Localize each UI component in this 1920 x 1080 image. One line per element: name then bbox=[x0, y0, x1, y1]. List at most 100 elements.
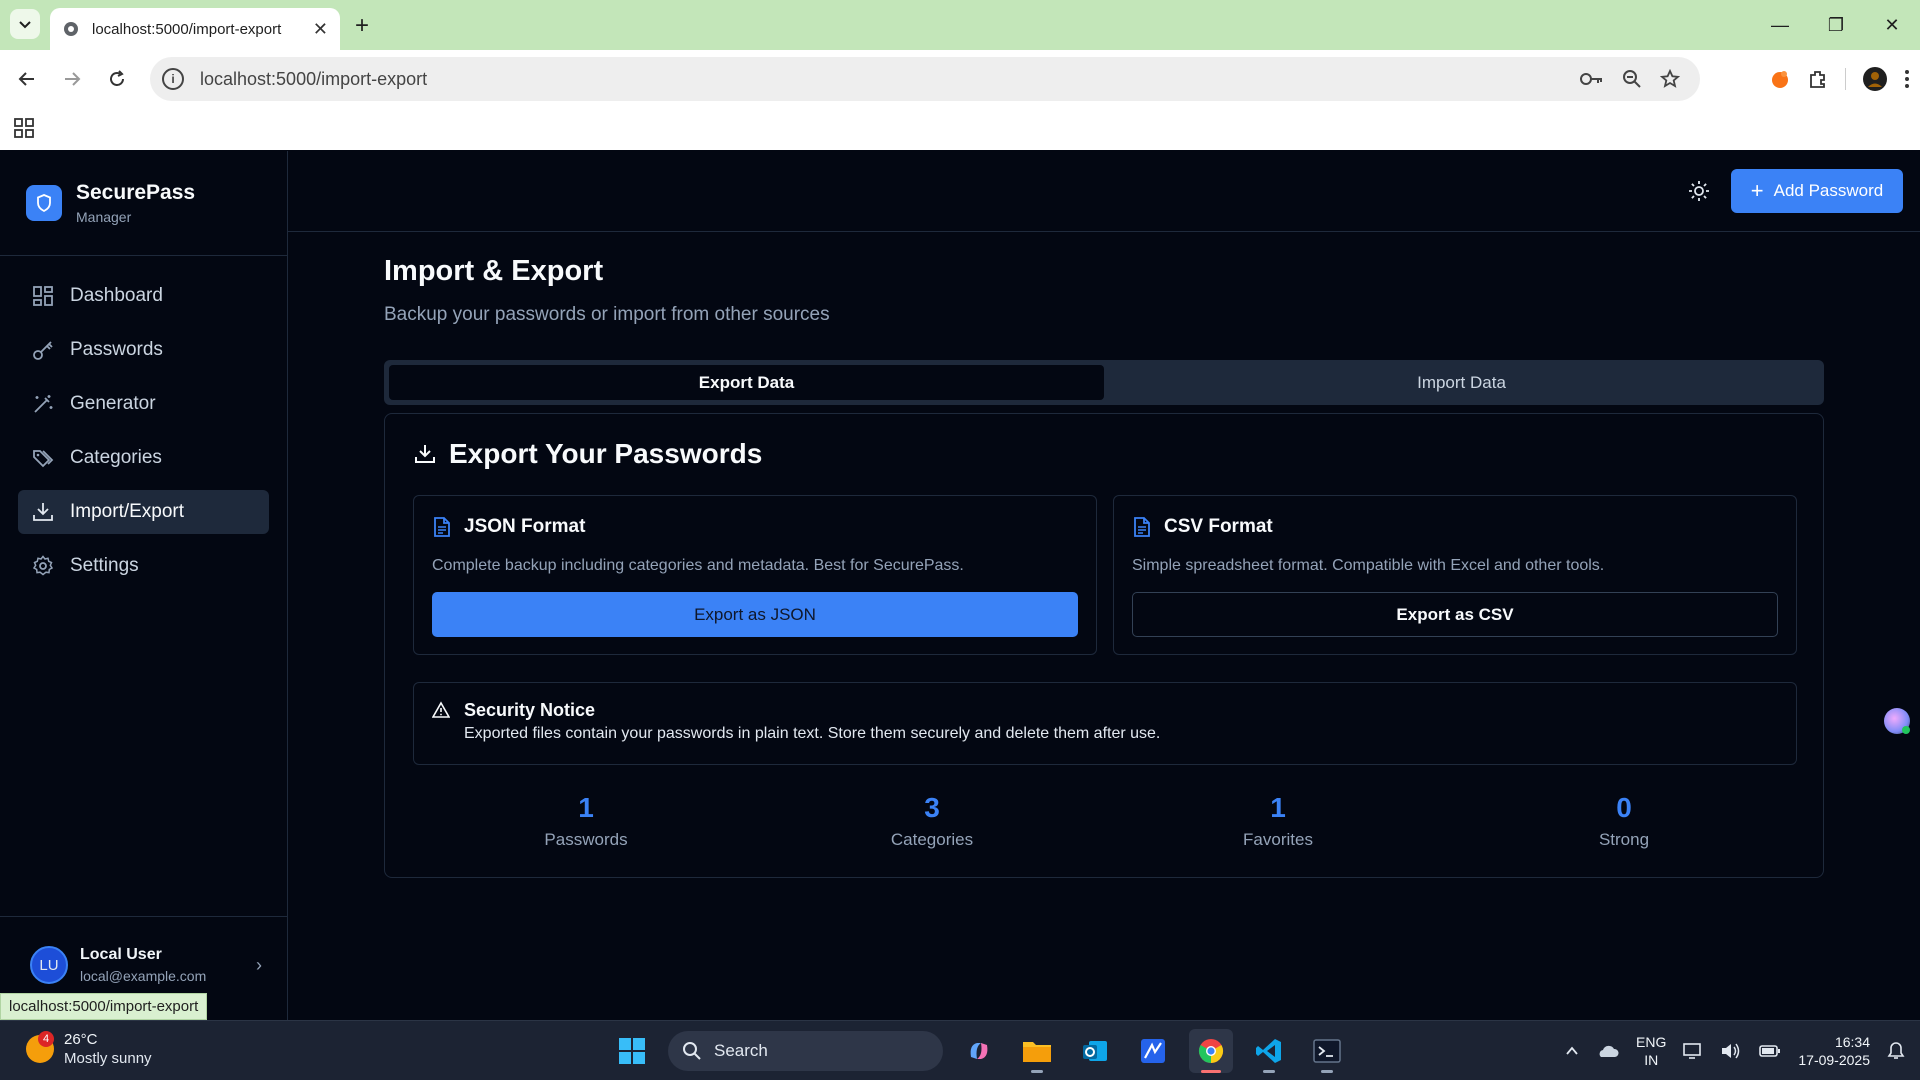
export-csv-button[interactable]: Export as CSV bbox=[1132, 592, 1778, 637]
onedrive-cloud-icon[interactable] bbox=[1596, 1041, 1620, 1061]
shield-logo-icon bbox=[26, 185, 62, 221]
lang-region: IN bbox=[1644, 1052, 1659, 1068]
volume-icon[interactable] bbox=[1720, 1041, 1742, 1061]
taskbar-copilot[interactable] bbox=[957, 1029, 1001, 1073]
sidebar-item-import-export[interactable]: Import/Export bbox=[18, 490, 269, 534]
stat-value: 3 bbox=[924, 792, 940, 823]
stat-value: 1 bbox=[1270, 792, 1286, 823]
browser-toolbar: i localhost:5000/import-export bbox=[0, 50, 1920, 108]
extensions-puzzle-icon[interactable] bbox=[1807, 68, 1829, 90]
file-text-icon bbox=[434, 517, 450, 537]
minimize-button[interactable]: — bbox=[1752, 0, 1808, 50]
sidebar-item-settings[interactable]: Settings bbox=[18, 544, 269, 588]
csv-format-description: Simple spreadsheet format. Compatible wi… bbox=[1132, 557, 1605, 574]
sidebar-item-passwords[interactable]: Passwords bbox=[18, 328, 269, 372]
password-key-icon[interactable] bbox=[1580, 71, 1604, 87]
export-card-header: Export Your Passwords bbox=[413, 438, 762, 470]
chevron-down-icon bbox=[19, 21, 31, 29]
bookmark-star-icon[interactable] bbox=[1660, 69, 1680, 89]
page-subtitle: Backup your passwords or import from oth… bbox=[384, 304, 830, 325]
chevron-right-icon[interactable]: › bbox=[256, 955, 262, 976]
window-controls: — ❐ ✕ bbox=[1752, 0, 1920, 50]
back-button[interactable] bbox=[12, 64, 42, 94]
user-menu[interactable]: LU Local User local@example.com › bbox=[30, 946, 262, 984]
address-url[interactable]: localhost:5000/import-export bbox=[200, 69, 427, 90]
address-bar[interactable]: i localhost:5000/import-export bbox=[150, 57, 1700, 101]
magic-wand-icon bbox=[34, 395, 53, 413]
weather-temperature: 26°C bbox=[64, 1031, 98, 1048]
terminal-icon bbox=[1313, 1039, 1341, 1063]
battery-icon[interactable] bbox=[1758, 1041, 1782, 1061]
tab-export-data[interactable]: Export Data bbox=[389, 365, 1104, 400]
restore-button[interactable]: ❐ bbox=[1808, 0, 1864, 50]
browser-tab-bar: localhost:5000/import-export ✕ + — ❐ ✕ bbox=[0, 0, 1920, 50]
user-name: Local User bbox=[80, 946, 162, 963]
running-indicator bbox=[1031, 1070, 1043, 1073]
main-content: Import & Export Backup your passwords or… bbox=[384, 255, 1824, 878]
profile-avatar-icon[interactable] bbox=[1862, 66, 1888, 92]
sidebar-item-label: Categories bbox=[70, 447, 162, 468]
taskbar-search[interactable]: Search bbox=[668, 1031, 943, 1071]
running-indicator bbox=[1263, 1070, 1275, 1073]
dashboard-icon bbox=[33, 286, 53, 306]
csv-format-card: CSV Format Simple spreadsheet format. Co… bbox=[1113, 495, 1797, 655]
clock[interactable]: 16:34 17-09-2025 bbox=[1798, 1033, 1870, 1069]
add-password-label: Add Password bbox=[1773, 181, 1884, 200]
add-password-button[interactable]: + Add Password bbox=[1731, 169, 1903, 213]
extension-fox-icon[interactable] bbox=[1769, 68, 1791, 90]
avatar: LU bbox=[30, 946, 68, 984]
taskbar-file-explorer[interactable] bbox=[1015, 1029, 1059, 1073]
reload-button[interactable] bbox=[102, 64, 132, 94]
taskbar-terminal[interactable] bbox=[1305, 1029, 1349, 1073]
more-menu-icon[interactable] bbox=[1904, 68, 1910, 90]
globe-icon bbox=[64, 22, 78, 36]
running-indicator bbox=[1201, 1070, 1221, 1073]
stat-favorites: 1 Favorites bbox=[1105, 792, 1451, 850]
chevron-up-icon[interactable] bbox=[1564, 1043, 1580, 1059]
sun-theme-toggle-icon[interactable] bbox=[1687, 179, 1711, 203]
toolbar-divider bbox=[1845, 68, 1846, 90]
browser-tab[interactable]: localhost:5000/import-export ✕ bbox=[50, 8, 340, 50]
windows-logo-icon bbox=[619, 1038, 645, 1064]
taskbar-outlook[interactable] bbox=[1073, 1029, 1117, 1073]
vscode-icon bbox=[1256, 1039, 1281, 1063]
stat-strong: 0 Strong bbox=[1451, 792, 1797, 850]
taskbar-vscode[interactable] bbox=[1247, 1029, 1291, 1073]
sidebar-item-categories[interactable]: Categories bbox=[18, 436, 269, 480]
sidebar-item-generator[interactable]: Generator bbox=[18, 382, 269, 426]
running-indicator bbox=[1321, 1070, 1333, 1073]
app-chart-icon bbox=[1141, 1039, 1165, 1063]
sidebar-item-dashboard[interactable]: Dashboard bbox=[18, 274, 269, 318]
close-tab-icon[interactable]: ✕ bbox=[313, 19, 328, 40]
tab-search-button[interactable] bbox=[10, 9, 40, 39]
sidebar-item-label: Dashboard bbox=[70, 285, 163, 306]
export-stats: 1 Passwords 3 Categories 1 Favorites 0 S… bbox=[413, 792, 1797, 850]
json-format-description: Complete backup including categories and… bbox=[432, 557, 964, 574]
network-icon[interactable] bbox=[1682, 1041, 1704, 1061]
start-button[interactable] bbox=[610, 1029, 654, 1073]
tab-import-data[interactable]: Import Data bbox=[1104, 365, 1819, 400]
export-json-button[interactable]: Export as JSON bbox=[432, 592, 1078, 637]
close-window-button[interactable]: ✕ bbox=[1864, 0, 1920, 50]
forward-button[interactable] bbox=[57, 64, 87, 94]
apps-grid-icon[interactable] bbox=[14, 118, 34, 138]
top-bar: + Add Password bbox=[288, 151, 1920, 232]
taskbar-chrome[interactable] bbox=[1189, 1029, 1233, 1073]
input-language[interactable]: ENG IN bbox=[1636, 1033, 1666, 1069]
taskbar-app-blue[interactable] bbox=[1131, 1029, 1175, 1073]
os-taskbar: 4 26°C Mostly sunny Search ENG IN 16:34 … bbox=[0, 1020, 1920, 1080]
taskbar-apps: Search bbox=[610, 1029, 1349, 1073]
weather-widget[interactable]: 4 26°C Mostly sunny bbox=[26, 1031, 152, 1067]
brand[interactable]: SecurePass Manager bbox=[26, 181, 195, 225]
site-info-icon[interactable]: i bbox=[162, 68, 184, 90]
user-email: local@example.com bbox=[80, 968, 207, 984]
app-root: SecurePass Manager Dashboard Passwords G… bbox=[0, 151, 1920, 1020]
warning-triangle-icon bbox=[432, 701, 450, 718]
notification-bell-icon[interactable] bbox=[1886, 1041, 1906, 1061]
clock-date: 17-09-2025 bbox=[1798, 1052, 1870, 1068]
arrow-right-icon bbox=[65, 72, 81, 86]
new-tab-button[interactable]: + bbox=[355, 12, 369, 40]
sidebar-nav: Dashboard Passwords Generator Categories… bbox=[18, 274, 269, 598]
json-format-title: JSON Format bbox=[464, 516, 586, 537]
zoom-icon[interactable] bbox=[1622, 69, 1642, 89]
